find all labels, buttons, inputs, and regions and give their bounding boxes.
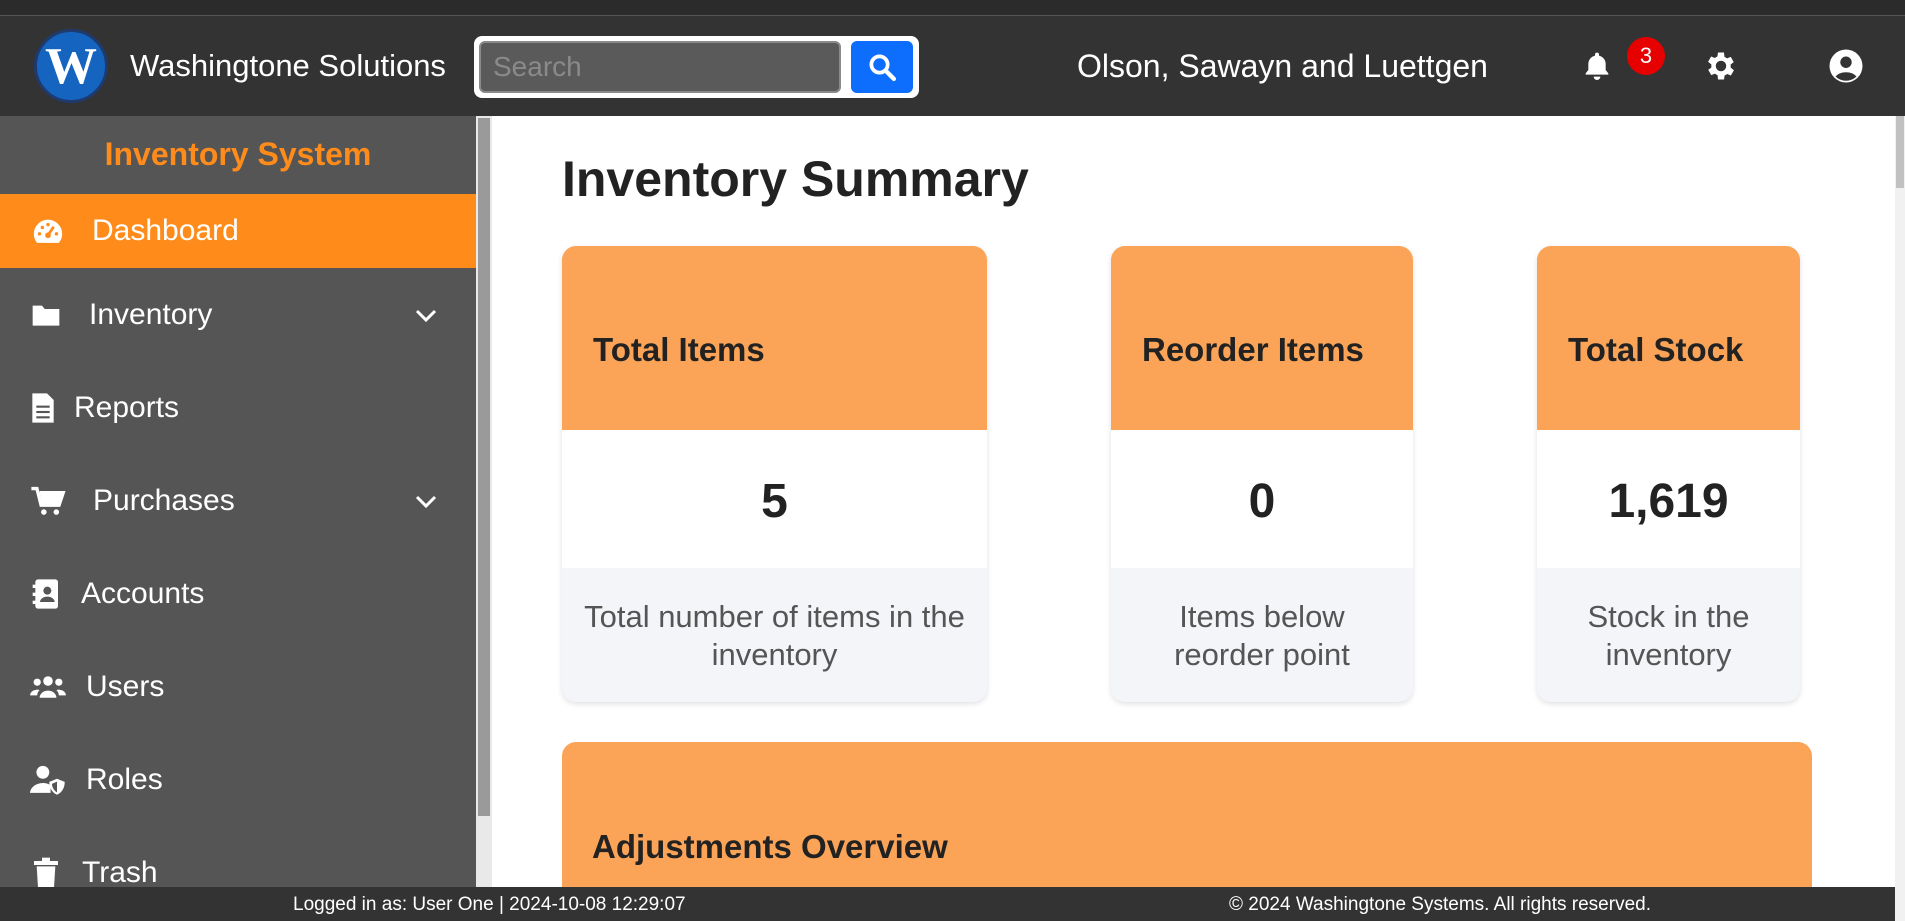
- total-stock-card: Total Stock 1,619 Stock in the inventory: [1537, 246, 1800, 702]
- sidebar-item-purchases[interactable]: Purchases: [0, 454, 476, 547]
- user-account-button[interactable]: [1826, 46, 1866, 86]
- section-title: Adjustments Overview: [592, 828, 948, 865]
- reorder-items-card: Reorder Items 0 Items below reorder poin…: [1111, 246, 1413, 702]
- sidebar-item-label: Reports: [74, 390, 180, 424]
- sidebar: Inventory System Dashboard Inventory Rep…: [0, 116, 476, 887]
- sidebar-item-label: Accounts: [81, 576, 205, 610]
- adjustments-overview-card: Adjustments Overview: [562, 742, 1812, 887]
- sidebar-item-inventory[interactable]: Inventory: [0, 268, 476, 361]
- sidebar-scrollbar-thumb[interactable]: [478, 118, 490, 816]
- search-button[interactable]: [851, 41, 913, 93]
- sidebar-item-label: Trash: [82, 855, 158, 888]
- search-bar: [474, 36, 919, 98]
- card-description: Stock in the inventory: [1587, 599, 1750, 672]
- users-icon: [30, 671, 66, 703]
- total-items-card: Total Items 5 Total number of items in t…: [562, 246, 987, 702]
- sidebar-item-label: Purchases: [93, 483, 235, 517]
- page-title: Inventory Summary: [562, 151, 1029, 207]
- company-name: Olson, Sawayn and Luettgen: [1077, 48, 1488, 84]
- document-icon: [25, 392, 61, 424]
- sidebar-item-roles[interactable]: Roles: [0, 733, 476, 826]
- contact-card-icon: [28, 578, 64, 610]
- sidebar-item-dashboard[interactable]: Dashboard: [0, 194, 476, 268]
- bell-icon: [1585, 52, 1609, 80]
- card-description: Total number of items in the inventory: [584, 599, 965, 672]
- card-header: Total Items: [562, 246, 987, 430]
- card-value: 0: [1111, 430, 1413, 568]
- card-title: Reorder Items: [1142, 331, 1364, 368]
- notifications-button[interactable]: [1577, 46, 1617, 86]
- page-scrollbar[interactable]: [1895, 116, 1905, 921]
- top-navbar: W Washingtone Solutions Olson, Sawayn an…: [0, 16, 1905, 116]
- footer: Logged in as: User One | 2024-10-08 12:2…: [0, 887, 1895, 921]
- brand-name[interactable]: Washingtone Solutions: [130, 48, 446, 84]
- card-value: 5: [562, 430, 987, 568]
- sidebar-item-users[interactable]: Users: [0, 640, 476, 733]
- user-circle-icon: [1829, 49, 1863, 83]
- folder-icon: [28, 299, 64, 331]
- card-value: 1,619: [1537, 430, 1800, 568]
- sidebar-item-label: Users: [86, 669, 165, 703]
- sidebar-scrollbar[interactable]: [476, 116, 492, 887]
- sidebar-title: Inventory System: [104, 136, 372, 172]
- browser-tab-strip: [0, 0, 1905, 16]
- gear-icon: [1708, 52, 1734, 80]
- company-logo[interactable]: W: [34, 29, 108, 103]
- sidebar-item-reports[interactable]: Reports: [0, 361, 476, 454]
- sidebar-item-label: Inventory: [89, 297, 213, 331]
- chevron-down-icon[interactable]: [414, 484, 438, 518]
- copyright-text: © 2024 Washingtone Systems. All rights r…: [1229, 894, 1651, 915]
- notification-badge: 3: [1627, 37, 1665, 75]
- sidebar-item-accounts[interactable]: Accounts: [0, 547, 476, 640]
- search-icon: [869, 54, 897, 82]
- settings-button[interactable]: [1701, 46, 1741, 86]
- gauge-icon: [30, 215, 66, 247]
- sidebar-item-label: Roles: [86, 762, 163, 796]
- page-scrollbar-thumb[interactable]: [1896, 116, 1904, 188]
- card-header: Reorder Items: [1111, 246, 1413, 430]
- card-header: Total Stock: [1537, 246, 1800, 430]
- sidebar-item-trash[interactable]: Trash: [0, 826, 476, 887]
- card-title: Total Items: [593, 331, 765, 368]
- user-shield-icon: [30, 764, 66, 796]
- card-description: Items below reorder point: [1174, 599, 1350, 672]
- card-title: Total Stock: [1568, 331, 1744, 368]
- logged-in-status: Logged in as: User One | 2024-10-08 12:2…: [293, 894, 686, 915]
- chevron-down-icon[interactable]: [414, 298, 438, 332]
- search-input[interactable]: [479, 41, 841, 93]
- sidebar-item-label: Dashboard: [92, 214, 239, 247]
- trash-icon: [28, 857, 64, 887]
- main-content: Inventory Summary Total Items 5 Total nu…: [492, 116, 1895, 887]
- cart-icon: [30, 485, 66, 517]
